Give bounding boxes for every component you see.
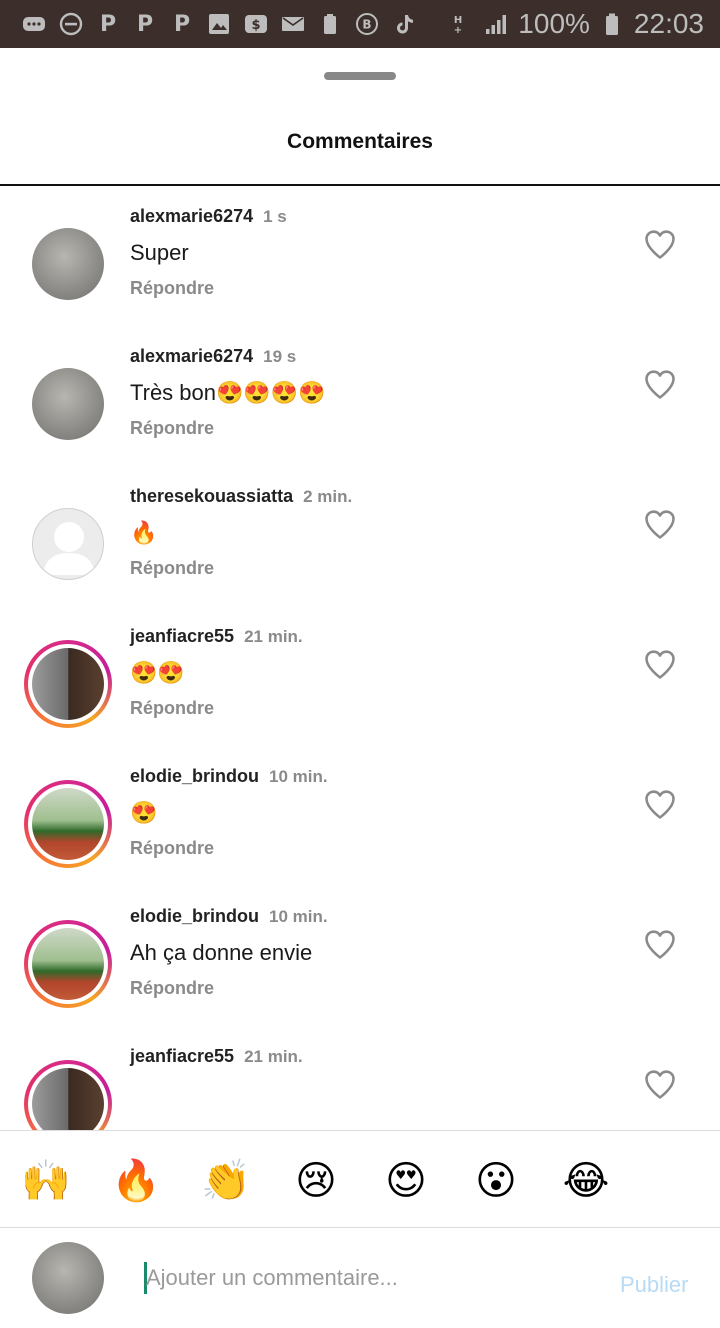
comment-time: 1 s <box>263 207 287 226</box>
comment-row[interactable]: jeanfiacre55 21 min. 😍😍 Répondre <box>0 606 720 746</box>
username-text[interactable]: elodie_brindou <box>130 906 259 926</box>
avatar <box>32 508 104 580</box>
reply-button[interactable]: Répondre <box>130 418 214 439</box>
notification-icons: P P P $ B <box>22 11 416 37</box>
comment-row[interactable]: jeanfiacre55 21 min. <box>0 1026 720 1130</box>
comment-time: 21 min. <box>244 1047 303 1066</box>
p-app-icon: P <box>99 11 117 37</box>
avatar <box>32 368 104 440</box>
avatar-container[interactable] <box>24 500 112 588</box>
avatar <box>32 648 104 720</box>
comment-list[interactable]: alexmarie6274 1 s Super Répondre alexmarie62… <box>0 186 720 1130</box>
svg-text:+: + <box>454 25 462 36</box>
heart-icon[interactable] <box>642 786 678 822</box>
comment-composer: Publier <box>0 1228 720 1328</box>
system-indicators: H + 100% 22:03 <box>450 8 704 40</box>
reaction-emoji-button[interactable]: 😢 <box>290 1155 342 1207</box>
money-app-icon: $ <box>244 12 268 36</box>
avatar <box>32 1242 104 1314</box>
comment-username[interactable]: alexmarie6274 1 s <box>130 206 287 227</box>
post-button[interactable]: Publier <box>620 1272 688 1298</box>
heart-icon[interactable] <box>642 366 678 402</box>
username-text[interactable]: alexmarie6274 <box>130 346 253 366</box>
gallery-icon <box>207 12 231 36</box>
username-text[interactable]: theresekouassiatta <box>130 486 293 506</box>
reply-button[interactable]: Répondre <box>130 698 214 719</box>
comment-time: 2 min. <box>303 487 353 506</box>
comment-username[interactable]: jeanfiacre55 21 min. <box>130 626 303 647</box>
comment-text: Ah ça donne envie <box>130 940 313 965</box>
comment-row[interactable]: theresekouassiatta 2 min. 🔥 Répondre <box>0 466 720 606</box>
avatar-container[interactable] <box>24 1060 112 1130</box>
p-app-icon: P <box>136 11 154 37</box>
b-app-icon: B <box>355 12 379 36</box>
p-app-icon: P <box>173 11 191 37</box>
comment-username[interactable]: jeanfiacre55 21 min. <box>130 1046 303 1067</box>
avatar <box>32 1068 104 1130</box>
battery-icon <box>600 12 624 36</box>
reply-button[interactable]: Répondre <box>130 978 214 999</box>
comment-time: 10 min. <box>269 907 328 926</box>
heart-icon[interactable] <box>642 1066 678 1102</box>
reaction-emoji-button[interactable]: 🔥 <box>110 1155 162 1207</box>
drag-handle[interactable] <box>324 72 396 80</box>
reply-button[interactable]: Répondre <box>130 838 214 859</box>
comment-time: 21 min. <box>244 627 303 646</box>
comment-row[interactable]: alexmarie6274 19 s Très bon😍😍😍😍 Répondre <box>0 326 720 466</box>
reaction-emoji-button[interactable]: 👏 <box>200 1155 252 1207</box>
avatar <box>32 228 104 300</box>
reply-button[interactable]: Répondre <box>130 558 214 579</box>
comment-time: 10 min. <box>269 767 328 786</box>
avatar-container[interactable] <box>24 780 112 868</box>
battery-percent: 100% <box>518 8 590 39</box>
quick-reaction-bar: 🙌 🔥 👏 😢 😍 😮 😂 <box>0 1130 720 1228</box>
avatar-container[interactable] <box>24 920 112 1008</box>
sheet-title: Commentaires <box>287 130 433 153</box>
dnd-icon <box>59 12 83 36</box>
avatar <box>32 788 104 860</box>
tiktok-icon <box>392 12 416 36</box>
status-bar: P P P $ B H + 100% 22:03 <box>0 0 720 48</box>
username-text[interactable]: elodie_brindou <box>130 766 259 786</box>
comment-text: 😍😍 <box>130 660 185 685</box>
heart-icon[interactable] <box>642 506 678 542</box>
comment-username[interactable]: theresekouassiatta 2 min. <box>130 486 352 507</box>
comment-text: 🔥 <box>130 520 158 545</box>
comment-row[interactable]: alexmarie6274 1 s Super Répondre <box>0 186 720 326</box>
username-text[interactable]: jeanfiacre55 <box>130 1046 234 1066</box>
comment-time: 19 s <box>263 347 297 366</box>
reply-button[interactable]: Répondre <box>130 278 214 299</box>
comment-row[interactable]: elodie_brindou 10 min. Ah ça donne envie Ré… <box>0 886 720 1026</box>
comment-input[interactable] <box>146 1262 566 1294</box>
message-icon <box>22 12 46 36</box>
avatar-container[interactable] <box>24 360 112 448</box>
heart-icon[interactable] <box>642 226 678 262</box>
comment-text: Super <box>130 240 189 265</box>
hplus-signal-icon: H + <box>450 12 474 36</box>
battery-saver-icon <box>318 12 342 36</box>
signal-icon <box>484 12 508 36</box>
avatar-container[interactable] <box>24 220 112 308</box>
reaction-emoji-button[interactable]: 🙌 <box>20 1155 72 1207</box>
comment-text: 😍 <box>130 800 158 825</box>
reaction-emoji-button[interactable]: 😍 <box>380 1155 432 1207</box>
comment-text: Très bon😍😍😍😍 <box>130 380 326 405</box>
svg-text:$: $ <box>251 18 260 33</box>
avatar-container[interactable] <box>24 640 112 728</box>
comment-username[interactable]: alexmarie6274 19 s <box>130 346 296 367</box>
comment-row[interactable]: elodie_brindou 10 min. 😍 Répondre <box>0 746 720 886</box>
heart-icon[interactable] <box>642 646 678 682</box>
comment-username[interactable]: elodie_brindou 10 min. <box>130 766 328 787</box>
heart-icon[interactable] <box>642 926 678 962</box>
reaction-emoji-button[interactable]: 😮 <box>470 1155 522 1207</box>
reaction-emoji-button[interactable]: 😂 <box>560 1155 612 1207</box>
svg-text:B: B <box>362 18 371 32</box>
comment-username[interactable]: elodie_brindou 10 min. <box>130 906 328 927</box>
comments-sheet: Commentaires alexmarie6274 1 s Super Répond… <box>0 48 720 1328</box>
clock: 22:03 <box>633 8 704 39</box>
username-text[interactable]: jeanfiacre55 <box>130 626 234 646</box>
mail-icon <box>281 12 305 36</box>
avatar <box>32 928 104 1000</box>
username-text[interactable]: alexmarie6274 <box>130 206 253 226</box>
